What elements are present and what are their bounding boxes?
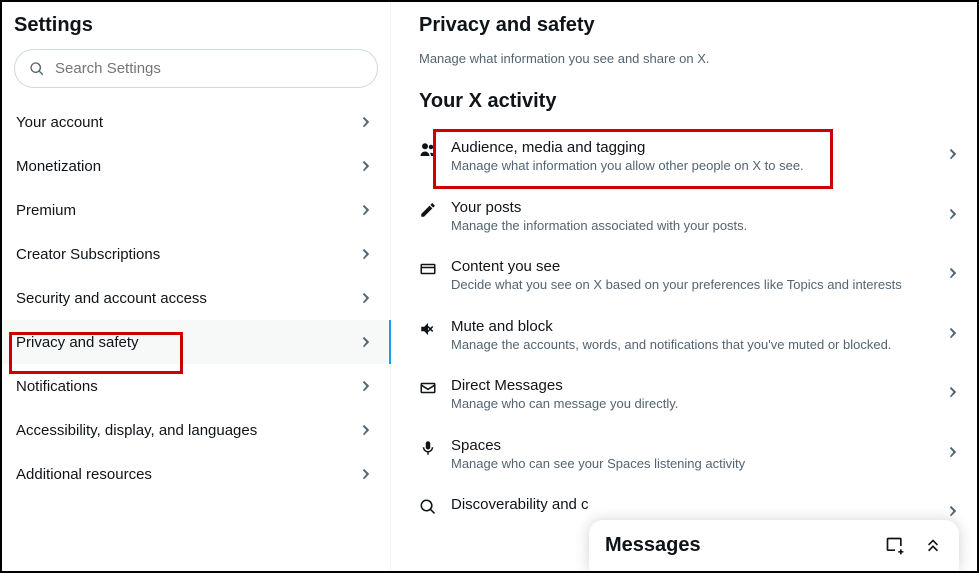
search-icon: [29, 61, 45, 77]
chevron-right-icon: [358, 465, 376, 483]
sidebar-item-additional-resources[interactable]: Additional resources: [2, 452, 390, 496]
option-desc: Manage the information associated with y…: [451, 217, 931, 235]
sidebar-item-accessibility-display-and-languages[interactable]: Accessibility, display, and languages: [2, 408, 390, 452]
option-audience-media-and-tagging[interactable]: Audience, media and taggingManage what i…: [419, 127, 973, 187]
search-icon: [419, 498, 437, 516]
option-title: Your posts: [451, 199, 931, 216]
sidebar-item-privacy-and-safety[interactable]: Privacy and safety: [2, 320, 390, 364]
option-content-you-see[interactable]: Content you seeDecide what you see on X …: [419, 246, 973, 306]
option-desc: Manage who can see your Spaces listening…: [451, 455, 931, 473]
chevron-right-icon: [358, 333, 376, 351]
search-settings[interactable]: [14, 49, 378, 88]
new-message-icon[interactable]: [885, 536, 905, 556]
sidebar-item-security-and-account-access[interactable]: Security and account access: [2, 276, 390, 320]
option-title: Mute and block: [451, 318, 931, 335]
sidebar-item-label: Your account: [16, 114, 103, 131]
option-desc: Manage who can message you directly.: [451, 395, 931, 413]
sidebar-item-label: Additional resources: [16, 466, 152, 483]
option-title: Audience, media and tagging: [451, 139, 931, 156]
detail-panel: Privacy and safety Manage what informati…: [391, 2, 977, 571]
option-title: Discoverability and c: [451, 496, 931, 513]
settings-sidebar: Settings Your account Monetization Premium…: [2, 2, 391, 571]
option-title: Direct Messages: [451, 377, 931, 394]
option-direct-messages[interactable]: Direct MessagesManage who can message yo…: [419, 365, 973, 425]
chevron-right-icon: [358, 245, 376, 263]
chevron-right-icon: [945, 383, 963, 401]
chevron-right-icon: [945, 205, 963, 223]
sidebar-item-notifications[interactable]: Notifications: [2, 364, 390, 408]
chevron-right-icon: [358, 289, 376, 307]
page-subtitle: Manage what information you see and shar…: [419, 51, 973, 66]
expand-icon[interactable]: [923, 536, 943, 556]
option-spaces[interactable]: SpacesManage who can see your Spaces lis…: [419, 425, 973, 485]
chevron-right-icon: [358, 201, 376, 219]
sidebar-item-label: Notifications: [16, 378, 98, 395]
sidebar-item-label: Security and account access: [16, 290, 207, 307]
settings-title: Settings: [2, 10, 390, 49]
option-desc: Manage what information you allow other …: [451, 157, 931, 175]
sidebar-item-label: Accessibility, display, and languages: [16, 422, 257, 439]
option-mute-and-block[interactable]: Mute and blockManage the accounts, words…: [419, 306, 973, 366]
messages-title: Messages: [605, 534, 701, 557]
option-your-posts[interactable]: Your postsManage the information associa…: [419, 187, 973, 247]
messages-drawer[interactable]: Messages: [589, 520, 959, 571]
chevron-right-icon: [945, 145, 963, 163]
sidebar-item-label: Premium: [16, 202, 76, 219]
sidebar-item-your-account[interactable]: Your account: [2, 100, 390, 144]
sidebar-item-label: Privacy and safety: [16, 334, 139, 351]
people-icon: [419, 141, 437, 159]
chevron-right-icon: [358, 421, 376, 439]
sidebar-item-monetization[interactable]: Monetization: [2, 144, 390, 188]
chevron-right-icon: [358, 113, 376, 131]
page-title: Privacy and safety: [419, 10, 973, 51]
chevron-right-icon: [358, 377, 376, 395]
chevron-right-icon: [945, 324, 963, 342]
option-desc: Manage the accounts, words, and notifica…: [451, 336, 931, 354]
section-heading: Your X activity: [419, 66, 973, 127]
chevron-right-icon: [945, 502, 963, 520]
sidebar-item-label: Creator Subscriptions: [16, 246, 160, 263]
pencil-icon: [419, 201, 437, 219]
sidebar-item-premium[interactable]: Premium: [2, 188, 390, 232]
sidebar-item-creator-subscriptions[interactable]: Creator Subscriptions: [2, 232, 390, 276]
card-icon: [419, 260, 437, 278]
sidebar-item-label: Monetization: [16, 158, 101, 175]
mic-icon: [419, 439, 437, 457]
chevron-right-icon: [945, 443, 963, 461]
search-input[interactable]: [55, 60, 363, 77]
chevron-right-icon: [945, 264, 963, 282]
option-title: Content you see: [451, 258, 931, 275]
option-desc: Decide what you see on X based on your p…: [451, 276, 931, 294]
mute-icon: [419, 320, 437, 338]
chevron-right-icon: [358, 157, 376, 175]
envelope-icon: [419, 379, 437, 397]
option-title: Spaces: [451, 437, 931, 454]
